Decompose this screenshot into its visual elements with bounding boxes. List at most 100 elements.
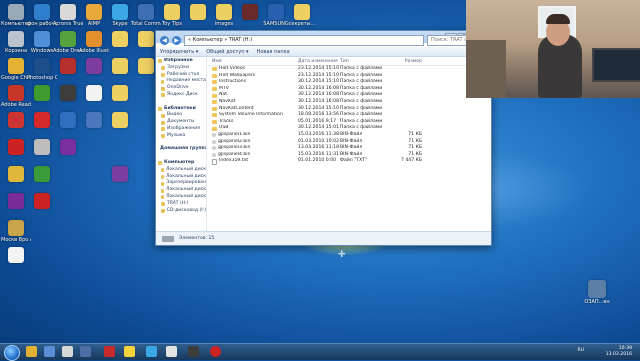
desktop-icon[interactable]: images <box>210 4 238 27</box>
taskbar-record-icon[interactable] <box>210 346 221 357</box>
nav-item-label: Локальный диск <box>165 187 206 193</box>
desktop-icon[interactable]: SAMSUNG <box>262 4 290 27</box>
nav-item[interactable]: Компьютер <box>156 160 206 167</box>
desktop-icon[interactable] <box>106 31 134 48</box>
nav-item[interactable]: Локальный диск <box>156 194 206 201</box>
desktop-icon[interactable] <box>80 58 108 75</box>
column-name[interactable]: Имя <box>208 58 298 65</box>
desktop-icon[interactable] <box>2 247 30 264</box>
nav-item[interactable]: Загрузки <box>156 65 206 72</box>
desktop-icon[interactable]: Toy Tips <box>158 4 186 27</box>
file-row[interactable]: Holt Videos 23.12.2014 15:10 Папка с файла… <box>208 66 489 73</box>
language-indicator[interactable]: RU <box>577 348 584 353</box>
desktop-icon[interactable]: Total Commander <box>131 4 161 27</box>
address-bar[interactable]: « Компьютер » TRAT (H:) <box>184 34 424 46</box>
explorer-window[interactable]: – □ ✕ ◀ ▶ « Компьютер » TRAT (H:) Поиск:… <box>155 30 492 246</box>
desktop-icon[interactable] <box>80 85 108 102</box>
desktop-icon[interactable] <box>2 193 30 210</box>
desktop-icon[interactable] <box>54 112 82 129</box>
desktop-icon[interactable]: фон рабоч.png <box>27 4 57 27</box>
desktop-icon[interactable]: Google Chrome <box>1 58 31 81</box>
file-row[interactable]: Index359.txt 01.01.2010 0:00 Файл "TXT" 7 4… <box>208 158 489 165</box>
desktop-icon[interactable]: Москв Вро Афон... <box>1 220 31 243</box>
app-icon <box>8 85 24 101</box>
nav-item[interactable]: TRAT (H:) <box>156 201 206 208</box>
new-folder-button[interactable]: Новая папка <box>257 49 290 55</box>
desktop-icon[interactable]: Adobe Illustrator <box>79 31 109 54</box>
desktop-icon-right[interactable]: ОЗАП...вн <box>582 280 612 305</box>
nav-item[interactable]: OneDrive <box>156 85 206 92</box>
taskbar-skype-icon[interactable] <box>146 346 157 357</box>
desktop-icon[interactable]: Windows <box>28 31 56 54</box>
taskbar-chrome-icon[interactable] <box>26 346 37 357</box>
taskbar: RU 10:39 13.03.2016 <box>0 343 640 361</box>
app-icon <box>34 85 50 101</box>
desktop-icon[interactable] <box>184 4 212 21</box>
desktop-icon[interactable] <box>2 139 30 156</box>
column-size[interactable]: Размер <box>382 58 422 65</box>
nav-item[interactable]: Яндекс.Диск <box>156 92 206 99</box>
organize-button[interactable]: Упорядочить ▾ <box>160 49 198 55</box>
desktop-icon[interactable] <box>28 166 56 183</box>
nav-item[interactable]: Домашняя группа <box>156 146 206 153</box>
clock-date: 13.03.2016 <box>605 351 632 357</box>
desktop-icon[interactable] <box>54 139 82 156</box>
desktop-icon[interactable] <box>28 193 56 210</box>
desktop-icon[interactable] <box>236 4 264 21</box>
file-row[interactable]: System Volume Information 18.08.2016 13:5… <box>208 112 489 119</box>
file-row[interactable]: gpspanel1.bin 15.03.2016 11:38 BIN-Файл 71 … <box>208 132 489 139</box>
file-row[interactable]: USB 30.12.2014 15:01 Папка с файлами <box>208 125 489 132</box>
desktop-icon[interactable] <box>2 166 30 183</box>
back-arrow-icon[interactable]: ◀ <box>160 35 169 45</box>
taskbar-app-icon[interactable] <box>80 346 91 357</box>
desktop-icon[interactable] <box>80 112 108 129</box>
taskbar-media-icon[interactable] <box>62 346 73 357</box>
desktop-icon[interactable] <box>106 85 134 102</box>
nav-item-label: Загрузки <box>167 64 190 70</box>
desktop-icon[interactable] <box>28 112 56 129</box>
file-row[interactable]: gpspanel3.bin 13.03.2016 11:18 BIN-Файл 71 … <box>208 145 489 152</box>
desktop-icon[interactable] <box>106 112 134 129</box>
nav-item[interactable]: Изображения <box>156 126 206 133</box>
file-row[interactable]: Instructions 30.12.2014 15:10 Папка с файл… <box>208 79 489 86</box>
desktop-icon[interactable]: Skype <box>106 4 134 27</box>
desktop-icon[interactable]: секреты... <box>288 4 316 27</box>
desktop-icon[interactable] <box>54 58 82 75</box>
desktop-icon[interactable] <box>54 85 82 102</box>
nav-item[interactable]: Документы <box>156 119 206 126</box>
desktop-icon[interactable] <box>2 112 30 129</box>
desktop-icon[interactable]: Acronis True Image <box>53 4 83 27</box>
column-type[interactable]: Тип <box>340 58 382 65</box>
start-button[interactable] <box>4 345 20 361</box>
file-type: Папка с файлами <box>340 125 383 131</box>
share-button[interactable]: Общий доступ ▾ <box>206 49 248 55</box>
column-date[interactable]: Дата изменения <box>298 58 340 65</box>
taskbar-yandex-icon[interactable] <box>124 346 135 357</box>
taskbar-app2-icon[interactable] <box>166 346 177 357</box>
desktop-icon[interactable]: Корзина <box>2 31 30 54</box>
app-icon <box>242 4 258 20</box>
desktop-icon[interactable]: Photoshop CS6 <box>27 58 57 81</box>
taskbar-explorer-icon[interactable] <box>44 346 55 357</box>
file-type: Папка с файлами <box>340 79 383 85</box>
nav-item[interactable]: Избранное <box>156 58 206 65</box>
desktop-icon[interactable] <box>106 58 134 75</box>
file-row[interactable]: Nat 30.12.2014 16:08 Папка с файлами <box>208 92 489 99</box>
desktop-icon[interactable]: AIMP <box>80 4 108 27</box>
file-row[interactable]: NavKat 30.12.2014 16:08 Папка с файлами <box>208 99 489 106</box>
nav-item[interactable]: Локальный диск <box>156 167 206 174</box>
desktop-icon[interactable] <box>28 85 56 102</box>
desktop-icon[interactable] <box>28 139 56 156</box>
desktop-icon[interactable]: Компьютер <box>1 4 31 27</box>
desktop-icon[interactable] <box>106 166 134 183</box>
nav-item[interactable]: Локальный диск <box>156 187 206 194</box>
forward-arrow-icon[interactable]: ▶ <box>172 35 181 45</box>
taskbar-opera-icon[interactable] <box>104 346 115 357</box>
desktop-icon[interactable]: Adobe Reader XI <box>1 85 31 108</box>
taskbar-app3-icon[interactable] <box>188 346 199 357</box>
nav-item[interactable]: CD-дисковод (I:) <box>156 208 206 215</box>
clock[interactable]: 10:39 13.03.2016 <box>606 346 632 357</box>
nav-item[interactable]: Музыка <box>156 133 206 140</box>
file-name: NavKatContent <box>208 106 298 113</box>
desktop-icon[interactable]: Adobe Dream. <box>53 31 83 54</box>
